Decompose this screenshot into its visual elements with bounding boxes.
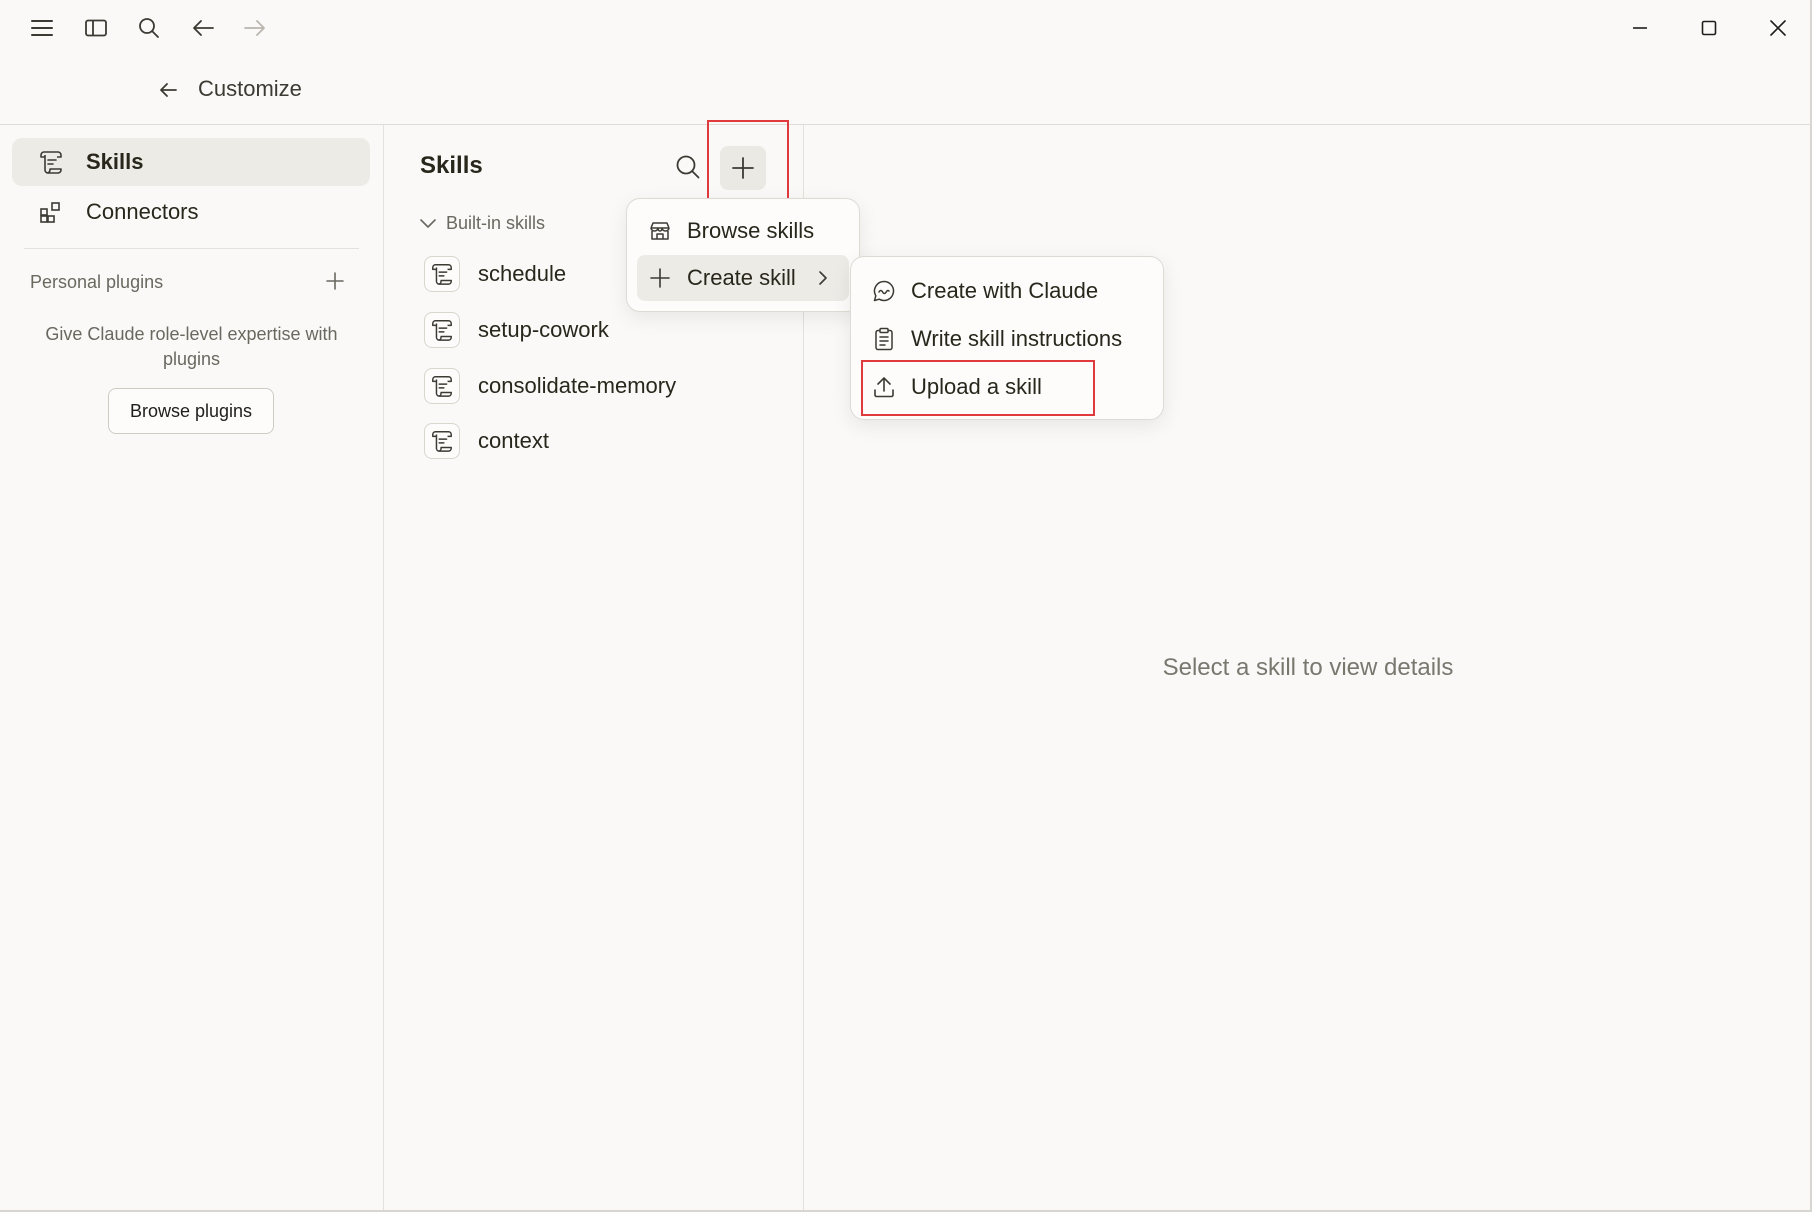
search-icon[interactable] xyxy=(672,150,704,184)
chat-icon xyxy=(871,278,897,304)
back-icon[interactable] xyxy=(150,70,186,110)
forward-arrow-icon[interactable] xyxy=(235,8,275,48)
maximize-icon[interactable] xyxy=(1681,8,1737,48)
search-icon[interactable] xyxy=(129,8,169,48)
list-item[interactable]: setup-cowork xyxy=(424,308,609,352)
plus-icon xyxy=(647,265,673,291)
skill-name: context xyxy=(478,428,549,453)
scroll-icon xyxy=(424,423,460,459)
grid-plus-icon xyxy=(36,197,66,227)
skills-title: Skills xyxy=(420,152,483,179)
sidebar-item-connectors[interactable]: Connectors xyxy=(12,188,370,236)
list-item[interactable]: schedule xyxy=(424,252,566,296)
chevron-right-icon xyxy=(813,267,833,289)
sidebar-toggle-icon[interactable] xyxy=(76,8,116,48)
scroll-icon xyxy=(36,147,66,177)
add-skill-menu: Browse skills Create skill xyxy=(626,198,860,312)
scroll-icon xyxy=(424,368,460,404)
close-icon[interactable] xyxy=(1750,8,1806,48)
skill-name: schedule xyxy=(478,261,567,286)
sidebar-item-label: Skills xyxy=(86,149,144,174)
menu-icon[interactable] xyxy=(22,8,62,48)
menu-item-browse-skills[interactable]: Browse skills xyxy=(637,208,849,254)
store-icon xyxy=(647,218,673,244)
skill-name: setup-cowork xyxy=(478,317,609,342)
page-title: Customize xyxy=(198,76,302,101)
list-item[interactable]: context xyxy=(424,419,549,463)
minimize-icon[interactable] xyxy=(1612,8,1668,48)
sidebar-item-label: Connectors xyxy=(86,199,199,224)
add-plugin-icon[interactable] xyxy=(320,266,350,296)
highlight-box xyxy=(707,120,789,204)
plugins-description: Give Claude role-level expertise with pl… xyxy=(45,324,338,369)
sidebar-item-skills[interactable]: Skills xyxy=(12,138,370,186)
built-in-skills-group[interactable]: Built-in skills xyxy=(418,210,545,236)
menu-item-label: Create skill xyxy=(687,265,796,290)
back-arrow-icon[interactable] xyxy=(183,8,223,48)
menu-item-create-skill[interactable]: Create skill xyxy=(637,255,849,301)
menu-item-label: Create with Claude xyxy=(911,278,1099,303)
empty-state-text: Select a skill to view details xyxy=(1162,654,1454,681)
menu-item-label: Write skill instructions xyxy=(911,326,1123,351)
list-item[interactable]: consolidate-memory xyxy=(424,364,676,408)
highlight-box xyxy=(861,360,1095,416)
menu-item-create-with-claude[interactable]: Create with Claude xyxy=(861,268,1153,314)
scroll-icon xyxy=(424,312,460,348)
browse-plugins-button[interactable]: Browse plugins xyxy=(108,388,274,434)
chevron-down-icon xyxy=(418,213,438,233)
skill-name: consolidate-memory xyxy=(478,373,677,398)
menu-item-write-skill-instructions[interactable]: Write skill instructions xyxy=(861,316,1153,362)
group-label: Built-in skills xyxy=(446,212,546,233)
menu-item-label: Browse skills xyxy=(687,218,815,243)
scroll-icon xyxy=(424,256,460,292)
sidebar-divider xyxy=(24,248,359,249)
clipboard-icon xyxy=(871,326,897,352)
personal-plugins-title: Personal plugins xyxy=(30,272,164,292)
